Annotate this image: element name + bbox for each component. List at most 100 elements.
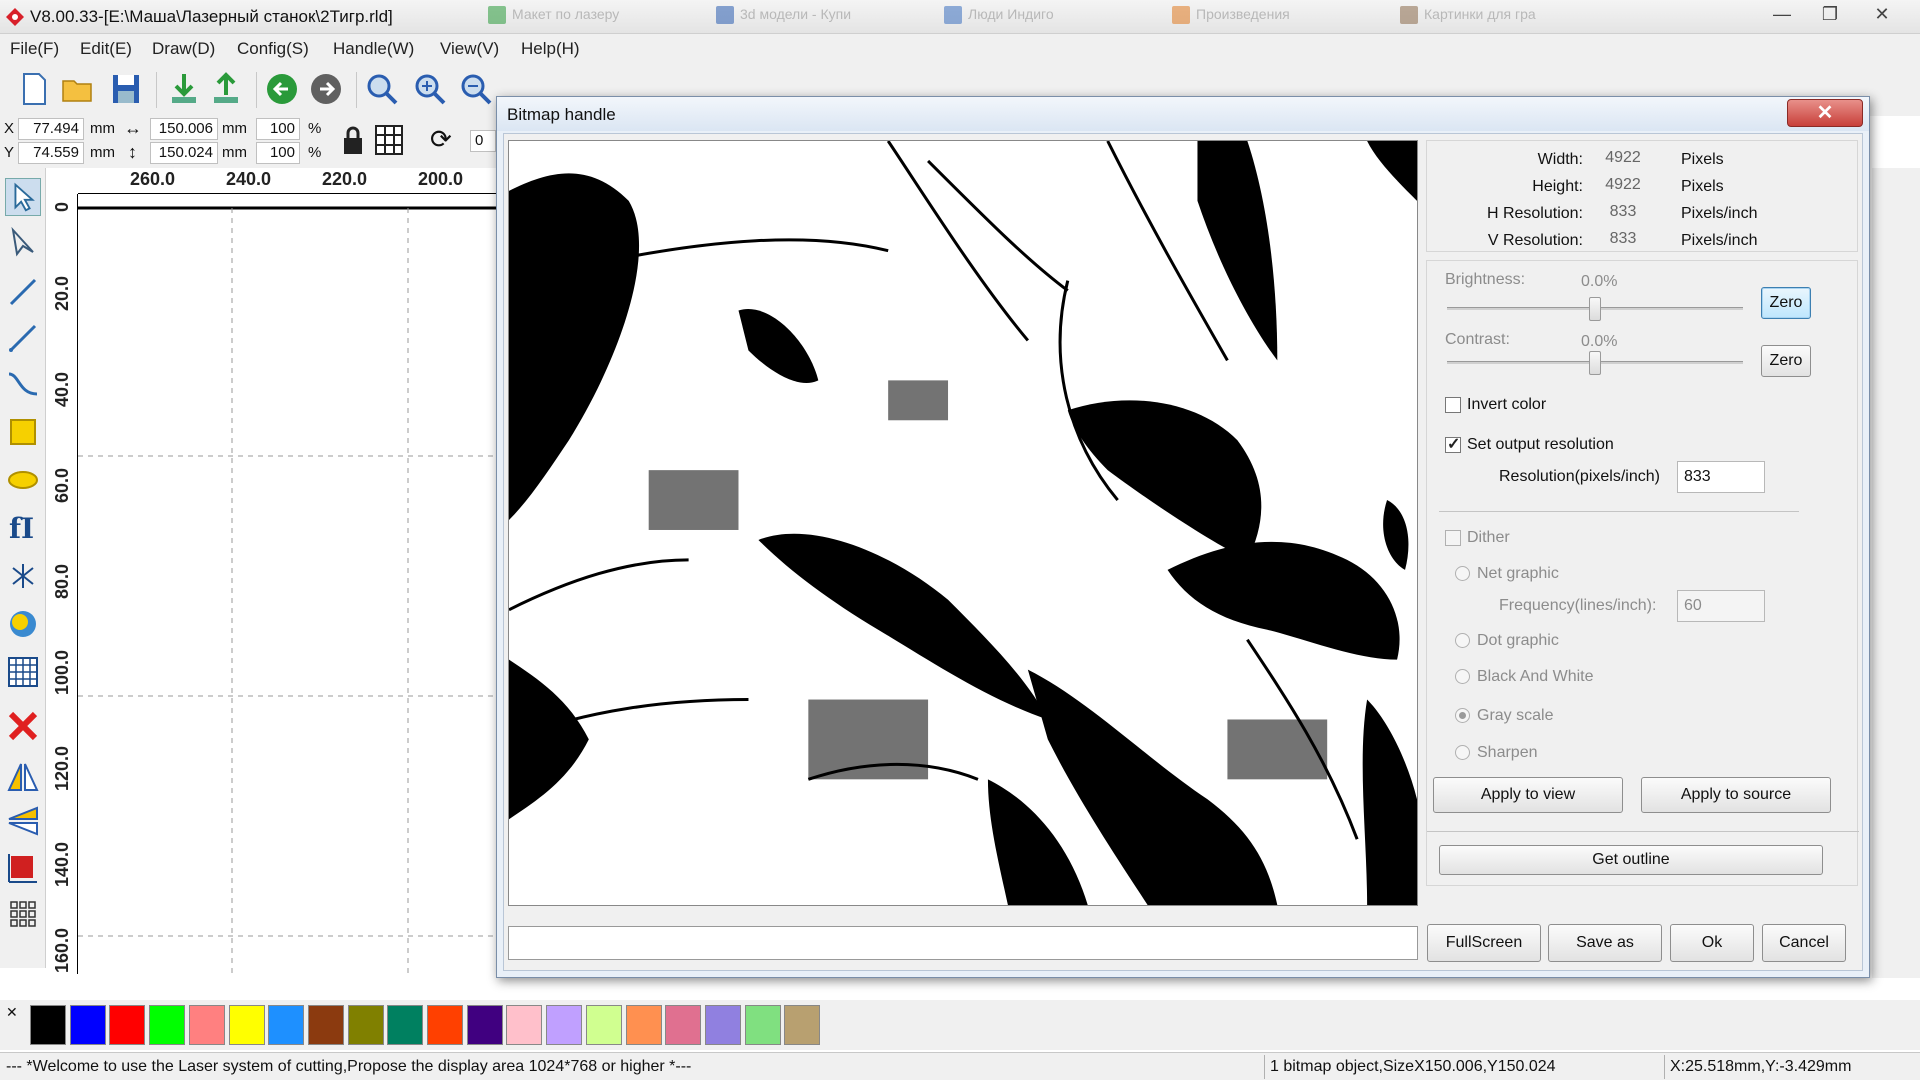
brightness-slider-thumb[interactable] bbox=[1589, 297, 1601, 321]
line-tool-icon[interactable] bbox=[5, 272, 41, 310]
gray-scale-radio[interactable] bbox=[1455, 708, 1470, 723]
export-icon[interactable] bbox=[206, 69, 246, 109]
color-swatch[interactable] bbox=[149, 1005, 186, 1045]
color-swatch[interactable] bbox=[228, 1005, 265, 1045]
lock-ratio-icon[interactable] bbox=[340, 126, 366, 156]
save-as-button[interactable]: Save as bbox=[1548, 924, 1662, 962]
close-button[interactable]: ✕ bbox=[1860, 2, 1904, 28]
height-field[interactable]: 150.024 bbox=[150, 142, 218, 164]
color-swatch[interactable] bbox=[466, 1005, 503, 1045]
color-swatch[interactable] bbox=[625, 1005, 662, 1045]
net-graphic-radio[interactable] bbox=[1455, 566, 1470, 581]
resolution-input[interactable]: 833 bbox=[1677, 461, 1765, 493]
grid-icon[interactable] bbox=[5, 894, 41, 932]
polyline-tool-icon[interactable] bbox=[5, 318, 41, 356]
color-swatch[interactable] bbox=[188, 1005, 225, 1045]
scale-y-field[interactable]: 100 bbox=[256, 142, 300, 164]
color-swatch[interactable] bbox=[744, 1005, 781, 1045]
new-file-icon[interactable] bbox=[14, 69, 54, 109]
y-position-field[interactable]: 74.559 bbox=[18, 142, 84, 164]
text-tool-icon[interactable]: fI bbox=[5, 508, 41, 546]
color-swatch[interactable] bbox=[704, 1005, 741, 1045]
rectangle-tool-icon[interactable] bbox=[5, 412, 41, 450]
save-icon[interactable] bbox=[106, 69, 146, 109]
tab-icon bbox=[944, 6, 962, 25]
align-icon[interactable] bbox=[5, 848, 41, 886]
menu-file[interactable]: File(F) bbox=[10, 39, 59, 59]
ruler-label: 0 bbox=[52, 202, 72, 213]
scale-x-field[interactable]: 100 bbox=[256, 118, 300, 140]
frequency-input[interactable]: 60 bbox=[1677, 590, 1765, 622]
color-swatch[interactable] bbox=[307, 1005, 344, 1045]
import-icon[interactable] bbox=[164, 69, 204, 109]
background-tab[interactable]: Произведения bbox=[1172, 6, 1290, 30]
invert-color-checkbox[interactable] bbox=[1445, 397, 1461, 413]
ellipse-tool-icon[interactable] bbox=[5, 460, 41, 498]
zoom-window-icon[interactable] bbox=[362, 69, 402, 109]
delete-icon[interactable] bbox=[5, 706, 41, 744]
minimize-button[interactable]: — bbox=[1760, 2, 1804, 28]
node-edit-icon[interactable] bbox=[5, 224, 41, 262]
invert-color-label: Invert color bbox=[1467, 396, 1547, 413]
color-swatch[interactable] bbox=[506, 1005, 543, 1045]
color-swatch[interactable] bbox=[268, 1005, 305, 1045]
contrast-zero-button[interactable]: Zero bbox=[1761, 345, 1811, 377]
apply-to-view-button[interactable]: Apply to view bbox=[1433, 777, 1623, 813]
cancel-button[interactable]: Cancel bbox=[1762, 924, 1846, 962]
x-unit: mm bbox=[90, 120, 115, 137]
color-swatch[interactable] bbox=[784, 1005, 821, 1045]
y-label: Y bbox=[4, 144, 15, 161]
menu-draw[interactable]: Draw(D) bbox=[152, 39, 215, 59]
color-swatch[interactable] bbox=[387, 1005, 424, 1045]
sharpen-radio[interactable] bbox=[1455, 745, 1470, 760]
zoom-out-icon[interactable] bbox=[456, 69, 496, 109]
menu-config[interactable]: Config(S) bbox=[237, 39, 309, 59]
bitmap-tool-icon[interactable] bbox=[5, 604, 41, 642]
color-swatch[interactable] bbox=[69, 1005, 106, 1045]
color-swatch[interactable] bbox=[665, 1005, 702, 1045]
width-field[interactable]: 150.006 bbox=[150, 118, 218, 140]
redo-icon[interactable] bbox=[306, 69, 346, 109]
black-and-white-radio[interactable] bbox=[1455, 669, 1470, 684]
file-path-field[interactable] bbox=[508, 926, 1418, 960]
menu-view[interactable]: View(V) bbox=[440, 39, 499, 59]
background-tab[interactable]: Люди Индиго bbox=[944, 6, 1054, 30]
color-swatch[interactable] bbox=[546, 1005, 583, 1045]
color-swatch[interactable] bbox=[427, 1005, 463, 1045]
menu-edit[interactable]: Edit(E) bbox=[80, 39, 132, 59]
array-tool-icon[interactable] bbox=[5, 652, 41, 690]
color-swatch[interactable] bbox=[585, 1005, 622, 1045]
grid-position-icon[interactable] bbox=[374, 124, 404, 156]
set-output-resolution-checkbox[interactable]: ✓ bbox=[1445, 436, 1461, 453]
zoom-in-icon[interactable] bbox=[410, 69, 450, 109]
dialog-close-button[interactable]: ✕ bbox=[1787, 99, 1863, 127]
undo-icon[interactable] bbox=[262, 69, 302, 109]
x-position-field[interactable]: 77.494 bbox=[18, 118, 84, 140]
palette-close-icon[interactable]: ✕ bbox=[6, 1004, 18, 1021]
background-tab[interactable]: 3d модели - Купи bbox=[716, 6, 851, 30]
dot-graphic-radio[interactable] bbox=[1455, 633, 1470, 648]
contrast-slider-thumb[interactable] bbox=[1589, 351, 1601, 375]
color-swatch[interactable] bbox=[30, 1005, 66, 1045]
mirror-horizontal-icon[interactable] bbox=[5, 758, 41, 796]
background-tab[interactable]: Макет по лазеру bbox=[488, 6, 619, 30]
menu-help[interactable]: Help(H) bbox=[521, 39, 580, 59]
select-arrow-icon[interactable] bbox=[5, 178, 41, 216]
dot-tool-icon[interactable] bbox=[5, 556, 41, 594]
apply-to-source-button[interactable]: Apply to source bbox=[1641, 777, 1831, 813]
fullscreen-button[interactable]: FullScreen bbox=[1427, 924, 1541, 962]
mirror-vertical-icon[interactable] bbox=[5, 802, 41, 840]
rotate-angle-field[interactable]: 0 bbox=[470, 130, 496, 152]
ok-button[interactable]: Ok bbox=[1670, 924, 1754, 962]
rotate-icon[interactable]: ⟳ bbox=[430, 124, 452, 155]
get-outline-button[interactable]: Get outline bbox=[1439, 845, 1823, 875]
background-tab[interactable]: Картинки для гра bbox=[1400, 6, 1536, 30]
color-swatch[interactable] bbox=[109, 1005, 146, 1045]
brightness-zero-button[interactable]: Zero bbox=[1761, 287, 1811, 319]
open-folder-icon[interactable] bbox=[58, 69, 98, 109]
maximize-button[interactable]: ❐ bbox=[1808, 2, 1852, 28]
color-swatch[interactable] bbox=[347, 1005, 384, 1045]
menu-handle[interactable]: Handle(W) bbox=[333, 39, 414, 59]
dither-checkbox[interactable] bbox=[1445, 530, 1461, 546]
curve-tool-icon[interactable] bbox=[5, 364, 41, 402]
